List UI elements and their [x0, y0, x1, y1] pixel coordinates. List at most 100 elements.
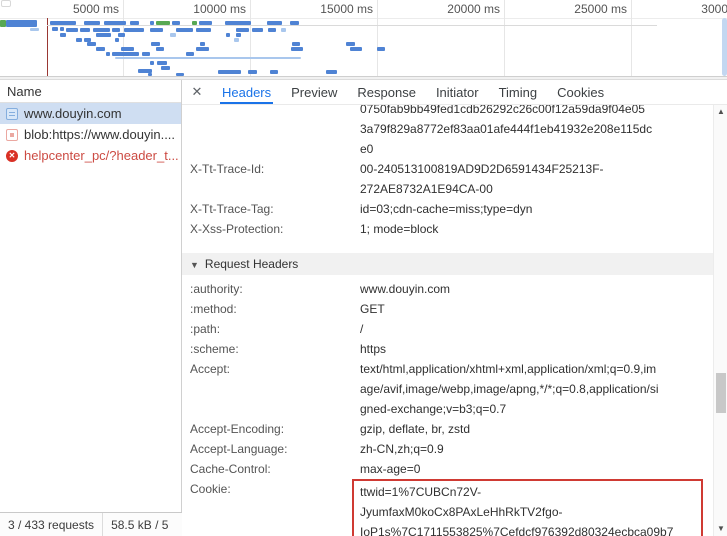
timeline-gridline: [250, 0, 251, 76]
waterfall-bar: [50, 21, 76, 25]
header-value-line: max-age=0: [360, 459, 420, 479]
header-key: Cache-Control:: [190, 459, 360, 479]
request-row[interactable]: helpcenter_pc/?header_t...: [0, 145, 181, 166]
header-key: :path:: [190, 319, 360, 339]
waterfall-bar: [218, 70, 241, 74]
header-key: Accept-Language:: [190, 439, 360, 459]
tab-timing[interactable]: Timing: [489, 80, 548, 104]
ruler-tick-label: 5000 ms: [73, 2, 119, 16]
waterfall-bar: [226, 33, 230, 37]
waterfall-bar: [106, 52, 110, 56]
waterfall-bar: [76, 38, 82, 42]
timeline-ruler: 5000 ms10000 ms15000 ms20000 ms25000 ms3…: [0, 0, 727, 19]
waterfall-bar: [291, 47, 303, 51]
waterfall-bar: [248, 70, 257, 74]
scroll-down-icon[interactable]: ▼: [714, 522, 727, 536]
header-value-line: age/avif,image/webp,image/apng,*/*;q=0.8…: [360, 379, 659, 399]
header-value: gzip, deflate, br, zstd: [360, 419, 470, 439]
header-row: X-Xss-Protection:1; mode=block: [190, 219, 713, 239]
waterfall-bar: [52, 27, 58, 31]
waterfall-bar: [118, 33, 125, 37]
waterfall-bar: [130, 21, 139, 25]
timeline-gridline: [377, 0, 378, 76]
ruler-tick-label: 15000 ms: [320, 2, 373, 16]
waterfall-bar: [236, 33, 241, 37]
waterfall-bar: [290, 21, 299, 25]
header-key: Accept-Encoding:: [190, 419, 360, 439]
tab-preview[interactable]: Preview: [281, 80, 347, 104]
close-icon[interactable]: ✕: [182, 80, 212, 104]
tab-response[interactable]: Response: [347, 80, 426, 104]
header-value: 1; mode=block: [360, 219, 438, 239]
timeline-gridline: [631, 0, 632, 76]
waterfall-bar: [234, 38, 239, 42]
header-value-line: gzip, deflate, br, zstd: [360, 419, 470, 439]
headers-content: 0750fab9bb49fed1cdb26292c26c00f12a59da9f…: [182, 105, 713, 536]
waterfall-bar: [96, 33, 111, 37]
header-key: X-Tt-Trace-Id:: [190, 159, 360, 199]
header-row: :path:/: [190, 319, 713, 339]
waterfall-bar: [270, 70, 278, 74]
header-value-line: 3a79f829a8772ef83aa01afe444f1eb41932e208…: [360, 119, 652, 139]
waterfall-bar: [115, 57, 301, 59]
header-value-line: 00-240513100819AD9D2D6591434F25213F-: [360, 159, 604, 179]
header-row: :method:GET: [190, 299, 713, 319]
header-value-highlight-box: ttwid=1%7CUBCn72V-JyumfaxM0koCx8PAxLeHhR…: [352, 479, 703, 536]
name-column-header[interactable]: Name: [0, 80, 181, 103]
waterfall-bar: [60, 27, 64, 31]
tab-headers[interactable]: Headers: [212, 80, 281, 104]
waterfall-bar: [151, 42, 160, 46]
header-key: X-Tt-Trace-Tag:: [190, 199, 360, 219]
waterfall-bar: [87, 42, 96, 46]
header-value-line: gned-exchange;v=b3;q=0.7: [360, 399, 659, 419]
header-key: Accept:: [190, 359, 360, 419]
waterfall-bar: [150, 61, 154, 65]
header-value: 0750fab9bb49fed1cdb26292c26c00f12a59da9f…: [360, 105, 652, 159]
waterfall-bar: [350, 47, 362, 51]
requests-count: 3 / 433 requests: [0, 513, 102, 536]
header-key: Cookie:: [190, 479, 360, 536]
request-row[interactable]: www.douyin.com: [0, 103, 181, 124]
waterfall-bar: [93, 28, 110, 32]
waterfall-bar: [170, 33, 176, 37]
tab-initiator[interactable]: Initiator: [426, 80, 489, 104]
ruler-tick-label: 25000 ms: [574, 2, 627, 16]
waterfall-bar: [326, 70, 337, 74]
header-row: Accept-Encoding:gzip, deflate, br, zstd: [190, 419, 713, 439]
detail-scrollbar[interactable]: ▲ ▼: [713, 105, 727, 536]
header-row: Cookie:ttwid=1%7CUBCn72V-JyumfaxM0koCx8P…: [190, 479, 713, 536]
waterfall-bar: [80, 28, 90, 32]
waterfall-bar: [157, 61, 167, 65]
network-status-bar: 3 / 433 requests 58.5 kB / 5: [0, 512, 182, 536]
header-value: max-age=0: [360, 459, 420, 479]
ruler-tick-label: 10000 ms: [193, 2, 246, 16]
load-event-line: [47, 18, 48, 76]
request-row[interactable]: blob:https://www.douyin....: [0, 124, 181, 145]
waterfall-bar: [112, 52, 139, 56]
waterfall-bar: [186, 52, 194, 56]
request-headers-section-header[interactable]: ▼Request Headers: [182, 253, 713, 275]
header-value: /: [360, 319, 363, 339]
request-name-label: www.douyin.com: [24, 106, 122, 121]
waterfall-bar: [252, 28, 263, 32]
waterfall-bar: [121, 47, 134, 51]
scroll-up-icon[interactable]: ▲: [714, 105, 727, 119]
header-value: text/html,application/xhtml+xml,applicat…: [360, 359, 659, 419]
waterfall-bar: [30, 28, 39, 31]
waterfall-bar: [6, 20, 37, 27]
header-key: :method:: [190, 299, 360, 319]
header-value-line: text/html,application/xhtml+xml,applicat…: [360, 359, 659, 379]
network-overview[interactable]: 5000 ms10000 ms15000 ms20000 ms25000 ms3…: [0, 0, 727, 76]
waterfall-bar: [236, 28, 249, 32]
scrollbar-thumb[interactable]: [716, 373, 726, 413]
header-value-line: GET: [360, 299, 385, 319]
waterfall-bar: [156, 47, 164, 51]
tab-cookies[interactable]: Cookies: [547, 80, 614, 104]
timeline-gridline: [504, 0, 505, 76]
waterfall-bar: [84, 21, 100, 25]
waterfall-bar: [346, 42, 355, 46]
header-row: Cache-Control:max-age=0: [190, 459, 713, 479]
waterfall-bar: [161, 66, 170, 70]
waterfall-bar: [200, 42, 205, 46]
detail-tabbar: ✕ HeadersPreviewResponseInitiatorTimingC…: [182, 80, 727, 105]
